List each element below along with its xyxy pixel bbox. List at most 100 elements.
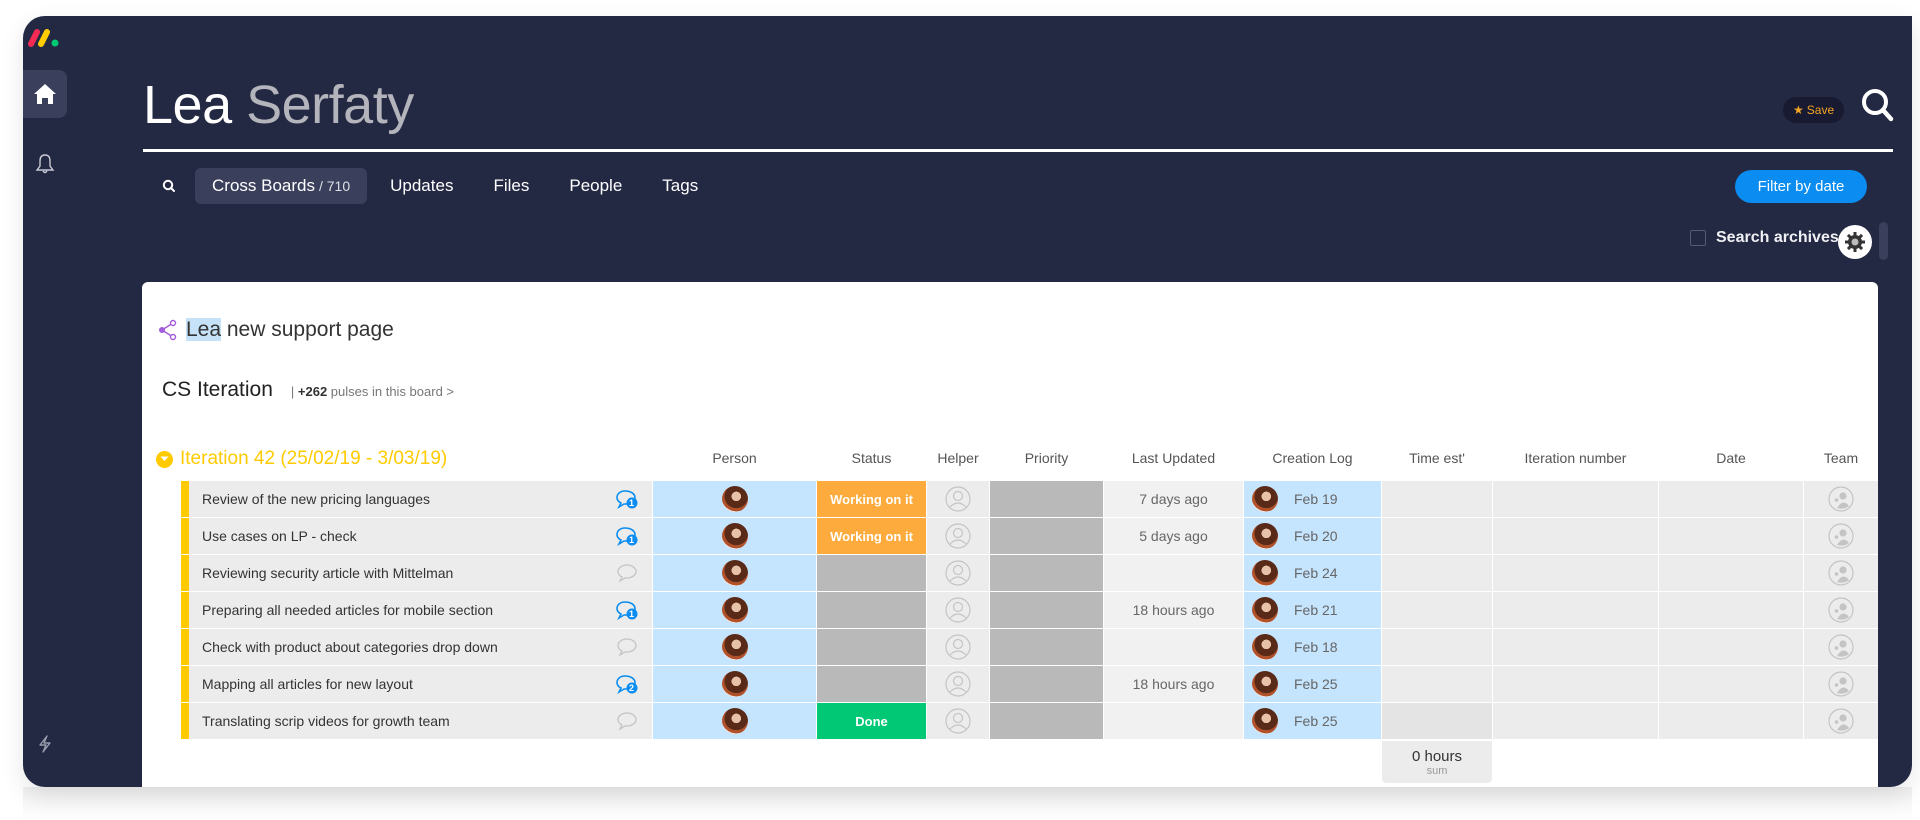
column-header-status[interactable]: Status bbox=[817, 450, 926, 466]
date-cell[interactable] bbox=[1659, 555, 1803, 591]
tab-files[interactable]: Files bbox=[476, 168, 546, 204]
tab-search-button[interactable] bbox=[143, 168, 195, 204]
table-row[interactable]: Preparing all needed articles for mobile… bbox=[181, 592, 1878, 628]
priority-cell[interactable] bbox=[990, 555, 1103, 591]
search-button[interactable] bbox=[1858, 86, 1898, 126]
settings-button[interactable] bbox=[1838, 225, 1872, 259]
team-cell[interactable] bbox=[1804, 703, 1878, 739]
iteration-number-cell[interactable] bbox=[1493, 592, 1658, 628]
column-header-helper[interactable]: Helper bbox=[927, 450, 989, 466]
column-header-person[interactable]: Person bbox=[653, 450, 816, 466]
helper-cell[interactable] bbox=[927, 666, 989, 702]
iteration-number-cell[interactable] bbox=[1493, 481, 1658, 517]
column-header-time-est[interactable]: Time est' bbox=[1382, 450, 1492, 466]
filter-by-date-button[interactable]: Filter by date bbox=[1735, 170, 1867, 203]
status-cell[interactable] bbox=[817, 629, 926, 665]
tab-cross-boards[interactable]: Cross Boards / 710 bbox=[195, 168, 368, 204]
iteration-number-cell[interactable] bbox=[1493, 555, 1658, 591]
team-cell[interactable] bbox=[1804, 518, 1878, 554]
date-cell[interactable] bbox=[1659, 518, 1803, 554]
tab-people[interactable]: People bbox=[552, 168, 639, 204]
helper-cell[interactable] bbox=[927, 481, 989, 517]
status-cell[interactable] bbox=[817, 592, 926, 628]
pulse-name-cell[interactable]: Use cases on LP - check 1 bbox=[189, 518, 652, 554]
date-cell[interactable] bbox=[1659, 629, 1803, 665]
time-est-cell[interactable] bbox=[1382, 703, 1492, 739]
helper-cell[interactable] bbox=[927, 592, 989, 628]
table-row[interactable]: Translating scrip videos for growth team… bbox=[181, 703, 1878, 739]
iteration-number-cell[interactable] bbox=[1493, 703, 1658, 739]
pulse-name-cell[interactable]: Check with product about categories drop… bbox=[189, 629, 652, 665]
status-cell[interactable] bbox=[817, 666, 926, 702]
team-cell[interactable] bbox=[1804, 666, 1878, 702]
monday-logo[interactable] bbox=[27, 26, 63, 48]
time-est-cell[interactable] bbox=[1382, 666, 1492, 702]
column-header-iteration-number[interactable]: Iteration number bbox=[1493, 450, 1658, 466]
person-cell[interactable] bbox=[653, 629, 816, 665]
updates-bubble-icon[interactable]: 1 bbox=[616, 526, 638, 546]
status-cell[interactable]: Done bbox=[817, 703, 926, 739]
person-cell[interactable] bbox=[653, 703, 816, 739]
date-cell[interactable] bbox=[1659, 592, 1803, 628]
status-cell[interactable] bbox=[817, 555, 926, 591]
person-cell[interactable] bbox=[653, 555, 816, 591]
pulse-name-cell[interactable]: Review of the new pricing languages 1 bbox=[189, 481, 652, 517]
table-row[interactable]: Reviewing security article with Mittelma… bbox=[181, 555, 1878, 591]
priority-cell[interactable] bbox=[990, 592, 1103, 628]
status-cell[interactable]: Working on it bbox=[817, 481, 926, 517]
helper-cell[interactable] bbox=[927, 555, 989, 591]
tab-updates[interactable]: Updates bbox=[373, 168, 470, 204]
empty-updates-bubble-icon[interactable] bbox=[616, 563, 638, 583]
table-row[interactable]: Review of the new pricing languages 1 Work… bbox=[181, 481, 1878, 517]
pulse-name-cell[interactable]: Reviewing security article with Mittelma… bbox=[189, 555, 652, 591]
helper-cell[interactable] bbox=[927, 629, 989, 665]
pulse-title[interactable]: Lea new support page bbox=[158, 318, 394, 342]
table-row[interactable]: Check with product about categories drop… bbox=[181, 629, 1878, 665]
tab-tags[interactable]: Tags bbox=[645, 168, 715, 204]
table-row[interactable]: Use cases on LP - check 1 Working on it 5 d… bbox=[181, 518, 1878, 554]
team-cell[interactable] bbox=[1804, 481, 1878, 517]
sidebar-home-button[interactable] bbox=[23, 70, 67, 118]
pulse-name-cell[interactable]: Translating scrip videos for growth team bbox=[189, 703, 652, 739]
search-archives-checkbox[interactable] bbox=[1690, 230, 1706, 246]
board-name[interactable]: CS Iteration bbox=[162, 378, 273, 402]
priority-cell[interactable] bbox=[990, 666, 1103, 702]
priority-cell[interactable] bbox=[990, 703, 1103, 739]
updates-bubble-icon[interactable]: 1 bbox=[616, 600, 638, 620]
priority-cell[interactable] bbox=[990, 629, 1103, 665]
table-row[interactable]: Mapping all articles for new layout 2 18 h… bbox=[181, 666, 1878, 702]
save-search-button[interactable]: ★ Save bbox=[1783, 97, 1845, 123]
helper-cell[interactable] bbox=[927, 518, 989, 554]
iteration-number-cell[interactable] bbox=[1493, 518, 1658, 554]
sidebar-integrations-button[interactable] bbox=[23, 720, 67, 768]
team-cell[interactable] bbox=[1804, 629, 1878, 665]
time-est-cell[interactable] bbox=[1382, 592, 1492, 628]
column-header-priority[interactable]: Priority bbox=[990, 450, 1103, 466]
iteration-number-cell[interactable] bbox=[1493, 666, 1658, 702]
time-est-cell[interactable] bbox=[1382, 555, 1492, 591]
search-archives-toggle[interactable]: Search archives bbox=[1690, 229, 1839, 247]
time-est-cell[interactable] bbox=[1382, 629, 1492, 665]
date-cell[interactable] bbox=[1659, 666, 1803, 702]
column-header-team[interactable]: Team bbox=[1804, 450, 1878, 466]
team-cell[interactable] bbox=[1804, 555, 1878, 591]
empty-updates-bubble-icon[interactable] bbox=[616, 711, 638, 731]
priority-cell[interactable] bbox=[990, 518, 1103, 554]
column-header-date[interactable]: Date bbox=[1659, 450, 1803, 466]
updates-bubble-icon[interactable]: 2 bbox=[616, 674, 638, 694]
column-header-last-updated[interactable]: Last Updated bbox=[1104, 450, 1243, 466]
sidebar-notifications-button[interactable] bbox=[23, 140, 67, 188]
team-cell[interactable] bbox=[1804, 592, 1878, 628]
person-cell[interactable] bbox=[653, 481, 816, 517]
empty-updates-bubble-icon[interactable] bbox=[616, 637, 638, 657]
pulse-name-cell[interactable]: Preparing all needed articles for mobile… bbox=[189, 592, 652, 628]
iteration-number-cell[interactable] bbox=[1493, 629, 1658, 665]
helper-cell[interactable] bbox=[927, 703, 989, 739]
time-est-cell[interactable] bbox=[1382, 481, 1492, 517]
person-cell[interactable] bbox=[653, 592, 816, 628]
updates-bubble-icon[interactable]: 1 bbox=[616, 489, 638, 509]
priority-cell[interactable] bbox=[990, 481, 1103, 517]
date-cell[interactable] bbox=[1659, 481, 1803, 517]
person-cell[interactable] bbox=[653, 518, 816, 554]
scrollbar[interactable] bbox=[1879, 222, 1888, 260]
